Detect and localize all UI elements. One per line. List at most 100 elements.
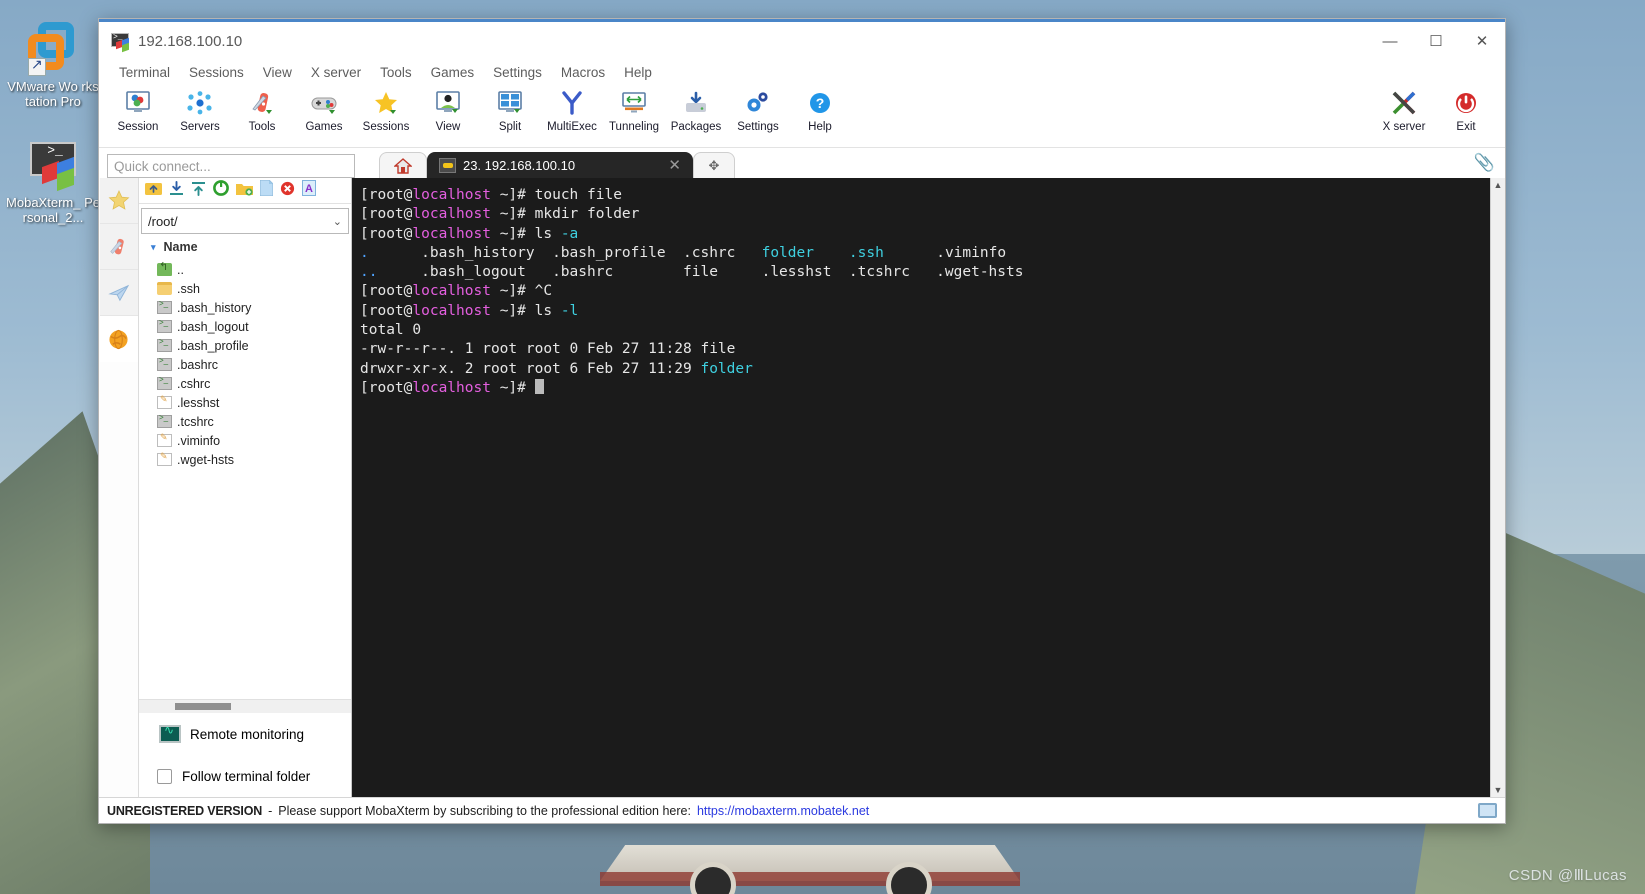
maximize-button[interactable]: ☐	[1413, 22, 1459, 60]
shell-file-icon	[157, 375, 172, 390]
toolbar-label: Split	[498, 121, 522, 133]
list-item[interactable]: .lesshst	[139, 393, 351, 412]
toolbar-button-view[interactable]: View	[417, 87, 479, 133]
follow-terminal-folder-row[interactable]: Follow terminal folder	[139, 755, 351, 797]
list-item[interactable]: .bash_logout	[139, 317, 351, 336]
remote-monitoring-row[interactable]: Remote monitoring	[139, 713, 351, 755]
monitor-icon[interactable]	[1478, 803, 1497, 818]
close-button[interactable]: ✕	[1459, 22, 1505, 60]
text-mode-icon[interactable]: A	[302, 180, 316, 201]
menu-item-help[interactable]: Help	[616, 63, 660, 82]
list-item[interactable]: .ssh	[139, 279, 351, 298]
file-name: .viminfo	[177, 433, 221, 448]
tab-home[interactable]	[379, 152, 427, 178]
terminal-output[interactable]: [root@localhost ~]# touch file [root@loc…	[352, 178, 1490, 797]
view-icon	[417, 89, 479, 117]
delete-icon[interactable]	[280, 181, 295, 201]
prompt-tail: ~]#	[490, 379, 535, 396]
list-item[interactable]: .bash_history	[139, 298, 351, 317]
column-header-name: Name	[163, 240, 198, 254]
terminal-cursor	[534, 378, 544, 394]
list-item[interactable]: .viminfo	[139, 431, 351, 450]
terminal-scrollbar[interactable]: ▲ ▼	[1490, 178, 1505, 797]
rail-button-tools[interactable]	[99, 224, 138, 270]
text-file-icon	[157, 394, 172, 409]
terminal-flag: -l	[560, 302, 579, 319]
ls-dir: folder	[761, 244, 814, 261]
menu-item-sessions[interactable]: Sessions	[181, 63, 252, 82]
chevron-down-icon[interactable]: ⌄	[333, 215, 342, 228]
menu-item-terminal[interactable]: Terminal	[111, 63, 178, 82]
toolbar-button-xserver[interactable]: X server	[1373, 87, 1435, 133]
toolbar-button-settings[interactable]: Settings	[727, 87, 789, 133]
toolbar-button-exit[interactable]: Exit	[1435, 87, 1497, 133]
list-item[interactable]: .tcshrc	[139, 412, 351, 431]
list-item[interactable]: ..	[139, 260, 351, 279]
toolbar-button-split[interactable]: Split	[479, 87, 541, 133]
new-folder-icon[interactable]	[236, 181, 253, 201]
terminal-total: total 0	[360, 322, 422, 339]
toolbar-label: View	[435, 121, 461, 133]
toolbar-button-servers[interactable]: Servers	[169, 87, 231, 133]
toolbar-button-packages[interactable]: Packages	[665, 87, 727, 133]
menu-bar: Terminal Sessions View X server Tools Ga…	[99, 60, 1505, 84]
file-browser-horizontal-scrollbar[interactable]	[139, 699, 351, 713]
menu-item-view[interactable]: View	[255, 63, 300, 82]
scrollbar-thumb[interactable]	[175, 703, 231, 710]
menu-item-xserver[interactable]: X server	[303, 63, 369, 82]
download-icon[interactable]	[169, 180, 184, 201]
minimize-button[interactable]: —	[1367, 22, 1413, 60]
toolbar-button-sessions[interactable]: Sessions	[355, 87, 417, 133]
tab-close-icon[interactable]: ✕	[668, 156, 681, 174]
rail-button-macros[interactable]	[99, 316, 138, 362]
menu-item-settings[interactable]: Settings	[485, 63, 550, 82]
session-icon	[107, 89, 169, 117]
toolbar-button-tools[interactable]: Tools	[231, 87, 293, 133]
tab-session-active[interactable]: 23. 192.168.100.10 ✕	[427, 152, 693, 178]
help-question-icon: ?	[789, 89, 851, 117]
list-item[interactable]: .bashrc	[139, 355, 351, 374]
prompt-host: localhost	[412, 206, 491, 223]
desktop-icon-vmware[interactable]: VMware Wo rkstation Pro	[6, 22, 100, 109]
list-item[interactable]: .wget-hsts	[139, 450, 351, 469]
scroll-down-icon[interactable]: ▼	[1494, 783, 1503, 797]
plane-icon	[107, 284, 129, 301]
toolbar-label: Packages	[670, 121, 722, 133]
refresh-icon[interactable]	[213, 180, 229, 201]
new-file-icon[interactable]	[259, 179, 274, 201]
sort-arrow-icon[interactable]: ▾	[151, 242, 156, 253]
menu-item-games[interactable]: Games	[423, 63, 483, 82]
tab-new[interactable]: ✥	[693, 152, 735, 178]
file-browser-list[interactable]: .. .ssh .bash_history .bash_logout .bash…	[139, 258, 351, 699]
quick-connect-input[interactable]: Quick connect...	[107, 154, 355, 178]
scroll-up-icon[interactable]: ▲	[1494, 178, 1503, 192]
toolbar-button-session[interactable]: Session	[107, 87, 169, 133]
multiexec-icon	[541, 89, 603, 117]
rail-button-favorites[interactable]	[99, 178, 138, 224]
terminal-ls-dir-perm: drwxr-xr-x. 2 root root 6 Feb 27 11:29	[360, 360, 701, 377]
paperclip-icon[interactable]: 📎	[1474, 153, 1495, 173]
toolbar-label: X server	[1382, 121, 1426, 133]
up-folder-icon[interactable]	[145, 181, 162, 201]
rail-button-sftp[interactable]	[99, 270, 138, 316]
menu-item-tools[interactable]: Tools	[372, 63, 420, 82]
file-name: ..	[177, 262, 184, 277]
list-item[interactable]: .cshrc	[139, 374, 351, 393]
menu-item-macros[interactable]: Macros	[553, 63, 613, 82]
mobatek-link[interactable]: https://mobaxterm.mobatek.net	[697, 804, 869, 818]
file-browser-path-field[interactable]: /root/ ⌄	[141, 208, 349, 234]
ls-gap	[814, 245, 849, 261]
file-browser-column-header[interactable]: ▾ Name	[139, 236, 351, 258]
file-name: .cshrc	[177, 376, 211, 391]
toolbar-button-help[interactable]: ? Help	[789, 87, 851, 133]
toolbar-button-tunneling[interactable]: Tunneling	[603, 87, 665, 133]
tab-bar: 23. 192.168.100.10 ✕ ✥	[379, 148, 735, 178]
desktop-icon-mobaxterm[interactable]: >_ MobaXterm_ Personal_2...	[6, 138, 100, 225]
list-item[interactable]: .bash_profile	[139, 336, 351, 355]
upload-icon[interactable]	[191, 181, 206, 201]
toolbar-button-games[interactable]: Games	[293, 87, 355, 133]
follow-terminal-folder-checkbox[interactable]	[157, 768, 172, 784]
toolbar-button-multiexec[interactable]: MultiExec	[541, 87, 603, 133]
games-icon	[293, 89, 355, 117]
shell-file-icon	[157, 413, 172, 428]
